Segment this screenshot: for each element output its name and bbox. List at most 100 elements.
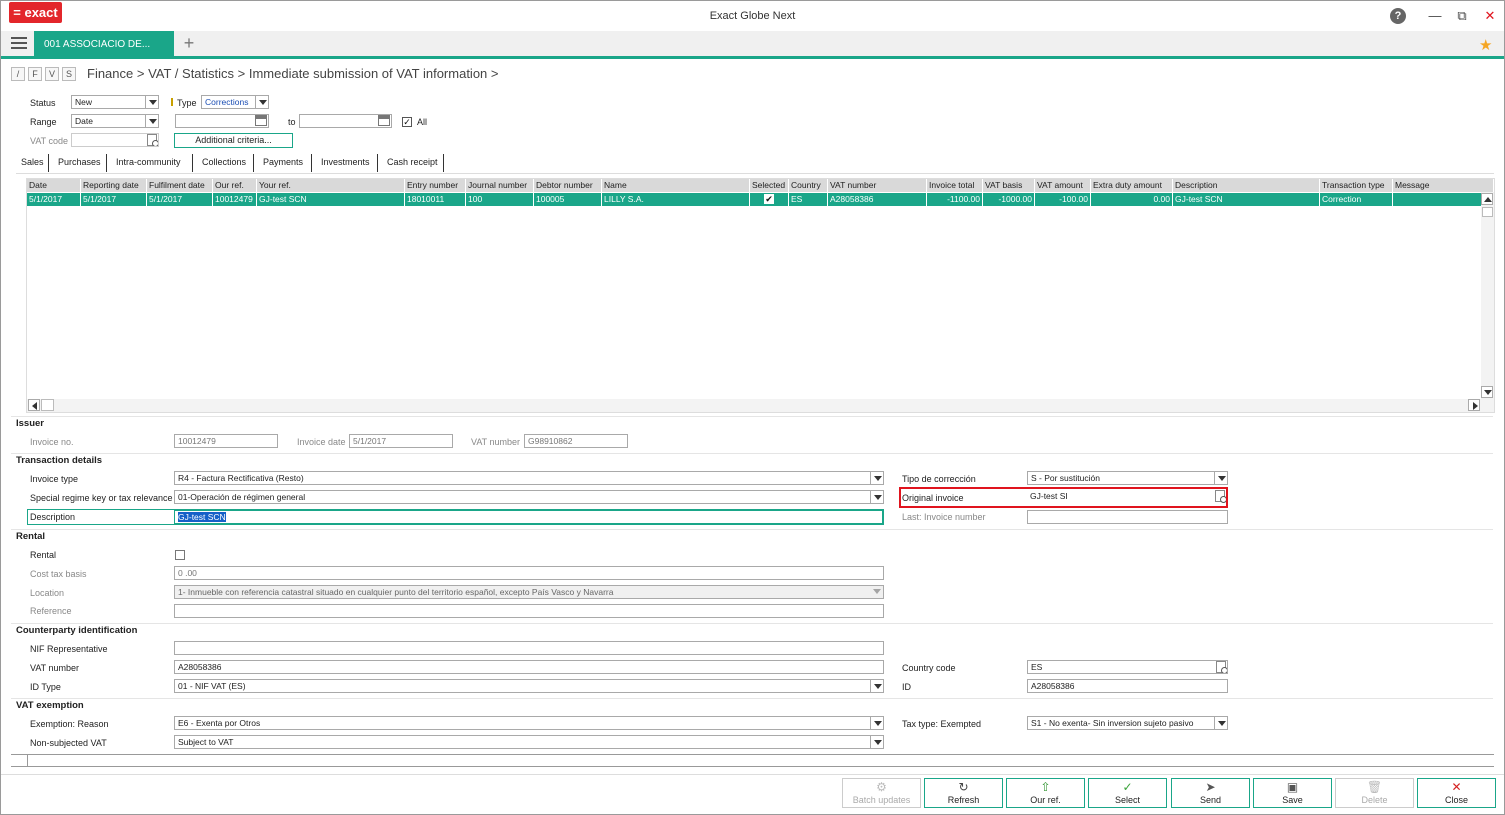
vat-grid[interactable]: Date Reporting date Fulfilment date Our … [26,178,1495,413]
chevron-down-icon[interactable] [870,736,883,748]
col-our-ref[interactable]: Our ref. [213,179,257,192]
select-button[interactable]: ✓ Select [1088,778,1167,808]
help-icon[interactable]: ? [1390,8,1406,24]
col-extra-duty-amount[interactable]: Extra duty amount [1091,179,1173,192]
chevron-down-icon[interactable] [870,680,883,692]
our-ref-button[interactable]: ⇧ Our ref. [1006,778,1085,808]
calendar-icon[interactable] [255,115,267,126]
chevron-down-icon[interactable] [145,96,158,108]
scroll-right-icon[interactable] [1468,399,1480,411]
cell-reporting-date[interactable]: 5/1/2017 [81,193,147,206]
favorites-button[interactable]: F [28,67,42,81]
chevron-down-icon[interactable] [870,717,883,729]
chevron-down-icon[interactable] [870,491,883,503]
restore-icon[interactable]: ⧉ [1453,7,1471,25]
tab-cash-receipt[interactable]: Cash receipt [387,157,438,167]
tipo-correccion-select[interactable]: S - Por sustitución [1027,471,1228,485]
cell-extra-duty-amount[interactable]: 0.00 [1091,193,1173,206]
date-from-input[interactable] [175,114,269,128]
chevron-down-icon[interactable] [145,115,158,127]
cell-transaction-type[interactable]: Correction [1320,193,1393,206]
scroll-left-icon[interactable] [28,399,40,411]
exemption-reason-select[interactable]: E6 - Exenta por Otros [174,716,884,730]
batch-updates-button[interactable]: ⚙ Batch updates [842,778,921,808]
save-button[interactable]: ▣ Save [1253,778,1332,808]
cell-vat-basis[interactable]: -1000.00 [983,193,1035,206]
vertical-scrollbar[interactable] [1481,192,1494,399]
col-your-ref[interactable]: Your ref. [257,179,405,192]
id-input[interactable]: A28058386 [1027,679,1228,693]
chevron-down-icon[interactable] [255,96,268,108]
invoice-type-select[interactable]: R4 - Factura Rectificativa (Resto) [174,471,884,485]
add-tab-icon[interactable]: + [175,31,203,56]
additional-criteria-button[interactable]: Additional criteria... [174,133,293,148]
cell-message[interactable] [1393,193,1494,206]
hamburger-menu-icon[interactable] [11,37,27,51]
counterparty-vat-input[interactable]: A28058386 [174,660,884,674]
chevron-down-icon[interactable] [1214,717,1227,729]
tab-intra-community[interactable]: Intra-community [116,157,181,167]
col-fulfilment-date[interactable]: Fulfilment date [147,179,213,192]
all-checkbox[interactable]: ✓ [402,117,412,127]
cell-vat-amount[interactable]: -100.00 [1035,193,1091,206]
scroll-down-icon[interactable] [1481,386,1493,398]
breadcrumb[interactable]: Finance > VAT / Statistics > Immediate s… [87,66,498,81]
nif-representative-input[interactable] [174,641,884,655]
id-type-select[interactable]: 01 - NIF VAT (ES) [174,679,884,693]
tab-investments[interactable]: Investments [321,157,370,167]
close-window-icon[interactable]: ✕ [1481,7,1499,25]
calendar-icon[interactable] [378,115,390,126]
col-country[interactable]: Country [789,179,828,192]
country-code-input[interactable]: ES [1027,660,1228,674]
col-vat-basis[interactable]: VAT basis [983,179,1035,192]
tab-company[interactable]: 001 ASSOCIACIO DE... [34,31,174,59]
lookup-icon[interactable] [147,134,158,146]
cell-your-ref[interactable]: GJ-test SCN [257,193,405,206]
vat-code-input[interactable] [71,133,159,147]
tab-purchases[interactable]: Purchases [58,157,101,167]
col-date[interactable]: Date [27,179,81,192]
cost-tax-basis-field[interactable]: 0 .00 [174,566,884,580]
reference-field[interactable] [174,604,884,618]
cell-fulfilment-date[interactable]: 5/1/2017 [147,193,213,206]
col-message[interactable]: Message [1393,179,1494,192]
search-button[interactable]: S [62,67,76,81]
scroll-up-icon[interactable] [1481,193,1493,205]
cell-country[interactable]: ES [789,193,828,206]
last-invoice-number-field[interactable] [1027,510,1228,524]
view-button[interactable]: V [45,67,59,81]
chevron-down-icon[interactable] [1214,472,1227,484]
regime-select[interactable]: 01-Operación de régimen general [174,490,884,504]
refresh-button[interactable]: ↻ Refresh [924,778,1003,808]
status-select[interactable]: New [71,95,159,109]
range-select[interactable]: Date [71,114,159,128]
invoice-no-field[interactable]: 10012479 [174,434,278,448]
send-button[interactable]: ➤ Send [1171,778,1250,808]
col-vat-amount[interactable]: VAT amount [1035,179,1091,192]
chevron-down-icon[interactable] [870,586,883,598]
type-select[interactable]: Corrections [201,95,269,109]
cell-name[interactable]: LILLY S.A. [602,193,750,206]
issuer-vat-number-field[interactable]: G98910862 [524,434,628,448]
selected-checkbox[interactable]: ✔ [764,194,774,204]
minimize-icon[interactable]: — [1426,7,1444,25]
favorite-star-icon[interactable]: ★ [1479,36,1492,54]
delete-button[interactable]: 🗑 Delete [1335,778,1414,808]
col-selected[interactable]: Selected [750,179,789,192]
cell-debtor-number[interactable]: 100005 [534,193,602,206]
tab-payments[interactable]: Payments [263,157,303,167]
scroll-thumb[interactable] [1482,207,1493,217]
cell-journal-number[interactable]: 100 [466,193,534,206]
tab-collections[interactable]: Collections [202,157,246,167]
cell-date[interactable]: 5/1/2017 [27,193,81,206]
tax-type-exempted-select[interactable]: S1 - No exenta- Sin inversion sujeto pas… [1027,716,1228,730]
col-vat-number[interactable]: VAT number [828,179,927,192]
cell-our-ref[interactable]: 10012479 [213,193,257,206]
date-to-input[interactable] [299,114,392,128]
cell-selected[interactable]: ✔ [750,193,789,206]
cell-vat-number[interactable]: A28058386 [828,193,927,206]
col-description[interactable]: Description [1173,179,1320,192]
chevron-down-icon[interactable] [870,472,883,484]
non-subjected-vat-select[interactable]: Subject to VAT [174,735,884,749]
root-button[interactable]: / [11,67,25,81]
